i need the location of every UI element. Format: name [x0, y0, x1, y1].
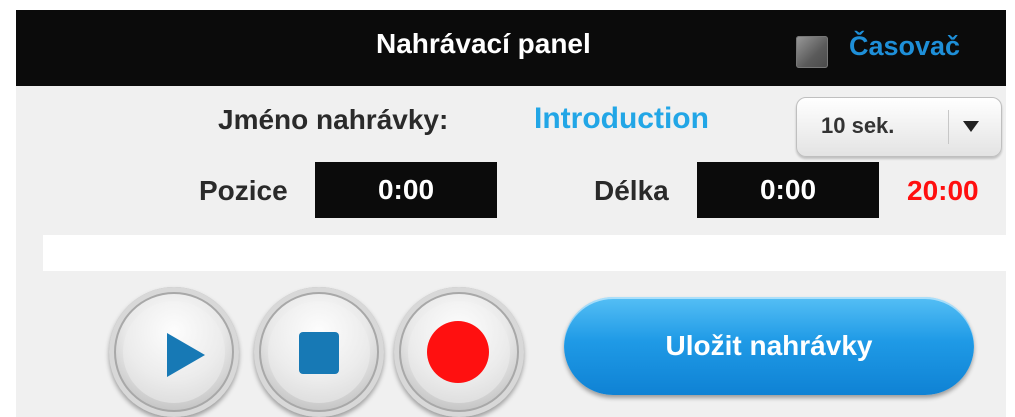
- record-button-face: [408, 301, 510, 403]
- stop-button[interactable]: [254, 287, 384, 417]
- chevron-down-icon: [963, 121, 979, 132]
- length-display: 0:00: [697, 162, 879, 218]
- play-button-face: [123, 301, 225, 403]
- record-icon: [427, 321, 489, 383]
- timer-label[interactable]: Časovač: [849, 31, 960, 62]
- timer-duration-select[interactable]: 10 sek.: [796, 97, 1002, 157]
- recording-panel: Nahrávací panel Časovač Jméno nahrávky: …: [16, 10, 1007, 417]
- play-icon: [167, 333, 205, 377]
- position-label: Pozice: [199, 175, 288, 206]
- save-recordings-button[interactable]: Uložit nahrávky: [564, 297, 974, 395]
- select-divider: [948, 110, 949, 144]
- stop-button-face: [268, 301, 370, 403]
- record-button[interactable]: [394, 287, 524, 417]
- length-label: Délka: [594, 175, 669, 206]
- recording-name-value: Introduction: [534, 102, 709, 135]
- timer-checkbox[interactable]: [796, 36, 828, 68]
- stop-icon: [299, 332, 339, 374]
- panel-title: Nahrávací panel: [376, 28, 591, 59]
- play-button[interactable]: [109, 287, 239, 417]
- max-length-value: 20:00: [907, 175, 979, 206]
- progress-bar[interactable]: [43, 235, 1007, 271]
- panel-header: Nahrávací panel Časovač: [16, 10, 1006, 86]
- position-display: 0:00: [315, 162, 497, 218]
- recording-name-label: Jméno nahrávky:: [218, 104, 449, 135]
- timer-duration-value: 10 sek.: [821, 113, 895, 138]
